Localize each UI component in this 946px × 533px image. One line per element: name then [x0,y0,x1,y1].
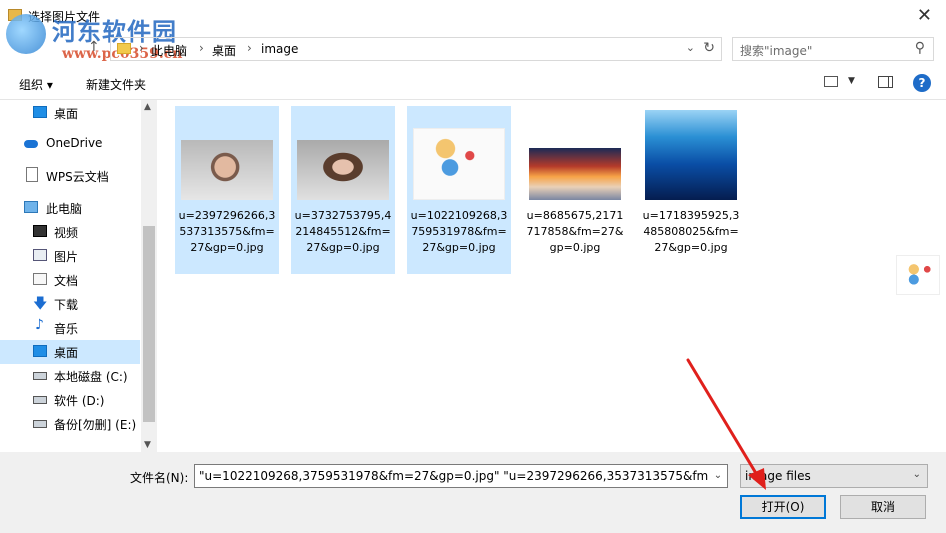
nav-item-drive-d[interactable]: 软件 (D:) [0,388,140,412]
nav-item-downloads[interactable]: 🡇 下载 [0,292,140,316]
view-dropdown-icon[interactable]: ▼ [848,76,855,86]
nav-item-wps-cloud[interactable]: WPS云文档 [0,164,140,188]
picture-icon [33,249,47,261]
nav-scrollbar[interactable]: ▲ ▼ [141,100,157,452]
breadcrumb-separator[interactable]: › [247,41,252,55]
search-input[interactable]: 搜索"image" ⚲ [732,37,934,61]
help-icon[interactable]: ? [913,74,931,92]
documents-icon [33,273,47,285]
dialog-footer: 文件名(N): "u=1022109268,3759531978&fm=27&g… [0,452,946,533]
organize-menu[interactable]: 组织 ▾ [19,76,53,93]
command-toolbar: 组织 ▾ 新建文件夹 ▼ ? [0,66,946,100]
drive-icon [33,420,47,428]
filetype-value: image files [745,469,811,483]
search-icon[interactable]: ⚲ [915,40,925,56]
scroll-down-icon[interactable]: ▼ [144,440,151,450]
filename-label: 文件名(N): [130,471,189,485]
file-list: u=2397296266,3537313575&fm=27&gp=0.jpg u… [158,100,946,452]
breadcrumb-separator[interactable]: › [139,41,144,55]
image-thumbnail [413,128,505,200]
window-title: 选择图片文件 [28,10,101,24]
nav-item-label: 此电脑 [46,202,83,216]
nav-item-label: 文档 [54,274,79,288]
desktop-icon [33,106,47,118]
nav-item-label: 下载 [54,298,79,312]
chevron-down-icon[interactable]: ⌄ [913,469,921,480]
navigation-pane: 桌面 OneDrive WPS云文档 此电脑 视频 图片 文档 🡇 下载 ♪ 音… [0,100,157,452]
nav-item-desktop[interactable]: 桌面 [0,340,140,364]
nav-item-pictures[interactable]: 图片 [0,244,140,268]
nav-item-label: 视频 [54,226,79,240]
nav-item-videos[interactable]: 视频 [0,220,140,244]
nav-item-label: 备份[勿删] (E:) [54,418,137,432]
close-icon[interactable]: ✕ [917,5,932,26]
file-item[interactable]: u=1718395925,3485808025&fm=27&gp=0.jpg [639,106,743,274]
cancel-button[interactable]: 取消 [840,495,926,519]
chevron-down-icon[interactable]: ⌄ [709,465,727,487]
drive-icon [33,396,47,404]
nav-item-drive-c[interactable]: 本地磁盘 (C:) [0,364,140,388]
filetype-select[interactable]: image files ⌄ [740,464,928,488]
desktop-icon [33,345,47,357]
file-name: u=3732753795,4214845512&fm=27&gp=0.jpg [294,209,392,254]
breadcrumb-image[interactable]: image [261,42,298,56]
cloud-icon [24,140,38,148]
nav-item-label: 桌面 [54,107,79,121]
file-name: u=1718395925,3485808025&fm=27&gp=0.jpg [642,209,740,254]
filename-value[interactable]: "u=1022109268,3759531978&fm=27&gp=0.jpg"… [199,469,727,483]
nav-item-desktop-quick[interactable]: 桌面 [0,101,140,125]
filename-field[interactable]: "u=1022109268,3759531978&fm=27&gp=0.jpg"… [194,464,728,488]
file-name: u=1022109268,3759531978&fm=27&gp=0.jpg [410,209,508,254]
image-thumbnail [529,148,621,200]
nav-item-label: 软件 (D:) [54,394,105,408]
image-thumbnail [645,110,737,200]
music-icon: ♪ [35,317,44,333]
file-item[interactable]: u=1022109268,3759531978&fm=27&gp=0.jpg [407,106,511,274]
title-bar: 选择图片文件 ✕ [0,0,946,32]
file-name: u=8685675,2171717858&fm=27&gp=0.jpg [526,209,624,254]
new-folder-button[interactable]: 新建文件夹 [86,76,146,93]
file-item[interactable]: u=8685675,2171717858&fm=27&gp=0.jpg [523,106,627,274]
image-thumbnail [181,140,273,200]
nav-item-documents[interactable]: 文档 [0,268,140,292]
scroll-up-icon[interactable]: ▲ [144,102,151,112]
breadcrumb-this-pc[interactable]: 此电脑 [151,42,187,59]
video-icon [33,225,47,237]
computer-icon [24,201,38,213]
nav-item-label: 桌面 [54,346,79,360]
nav-item-this-pc[interactable]: 此电脑 [0,196,140,220]
up-arrow-icon[interactable]: ↑ [88,39,100,55]
download-icon: 🡇 [33,296,48,312]
folder-icon [117,43,131,54]
nav-item-drive-e[interactable]: 备份[勿删] (E:) [0,412,140,436]
breadcrumb-separator[interactable]: › [199,41,204,55]
nav-item-label: OneDrive [46,136,103,150]
nav-item-label: WPS云文档 [46,170,109,184]
nav-item-onedrive[interactable]: OneDrive [0,132,140,156]
file-name: u=2397296266,3537313575&fm=27&gp=0.jpg [178,209,276,254]
document-icon [26,167,38,182]
drive-icon [33,372,47,380]
preview-pane-icon[interactable] [878,76,893,88]
chevron-down-icon[interactable]: ⌄ [686,41,695,54]
app-picture-icon [8,9,22,21]
scrollbar-thumb[interactable] [143,226,155,422]
address-row: ↑ › 此电脑 › 桌面 › image ⌄ ↻ 搜索"image" ⚲ [0,32,946,64]
view-mode-icon[interactable] [824,76,838,87]
search-placeholder: 搜索"image" [740,44,813,58]
file-item[interactable]: u=2397296266,3537313575&fm=27&gp=0.jpg [175,106,279,274]
open-button[interactable]: 打开(O) [740,495,826,519]
image-thumbnail [297,140,389,200]
nav-item-label: 图片 [54,250,79,264]
breadcrumb-desktop[interactable]: 桌面 [212,42,236,59]
file-item[interactable]: u=3732753795,4214845512&fm=27&gp=0.jpg [291,106,395,274]
nav-item-music[interactable]: ♪ 音乐 [0,316,140,340]
preview-image [896,255,940,295]
nav-item-label: 本地磁盘 (C:) [54,370,128,384]
nav-item-label: 音乐 [54,322,79,336]
address-bar[interactable]: › 此电脑 › 桌面 › image ⌄ ↻ [110,37,722,61]
refresh-icon[interactable]: ↻ [703,40,715,56]
